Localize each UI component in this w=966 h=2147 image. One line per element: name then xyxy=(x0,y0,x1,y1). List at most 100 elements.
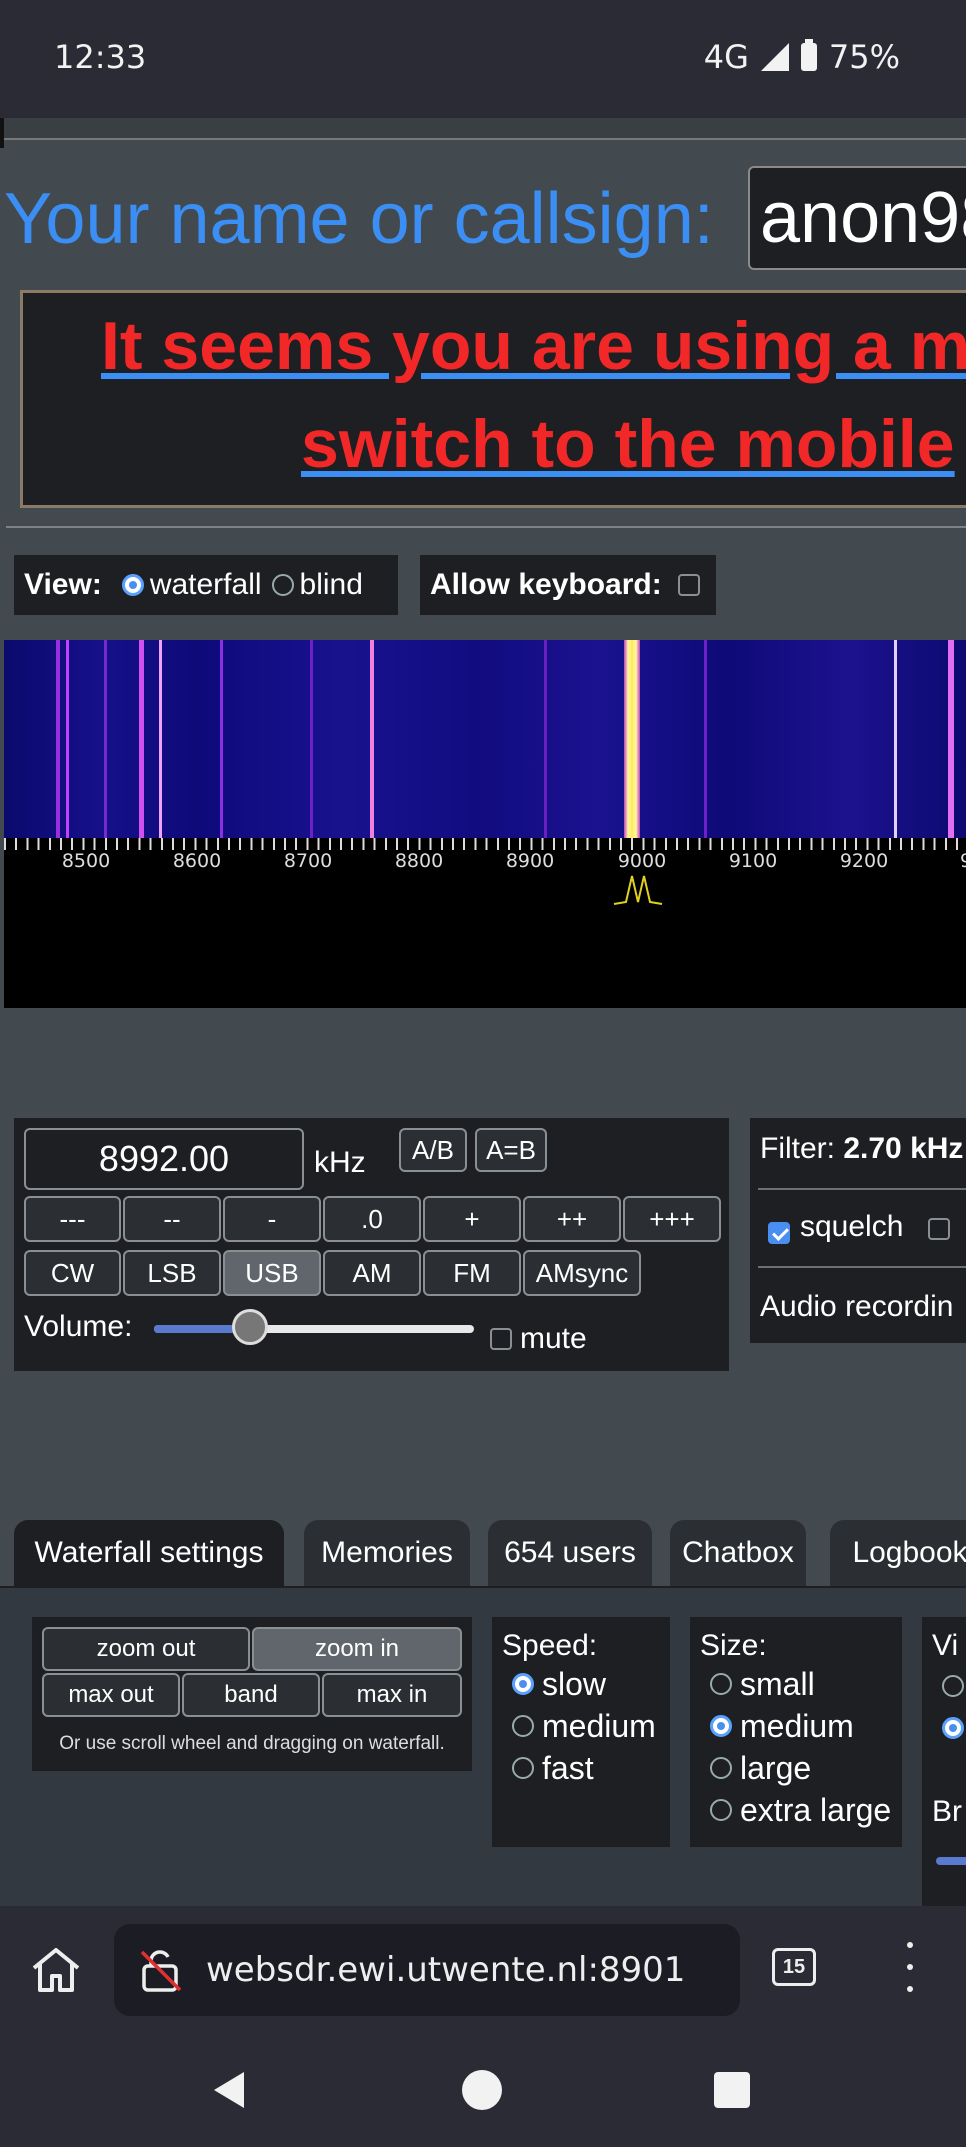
strong-signal-trace xyxy=(624,640,640,838)
signal-trace xyxy=(104,640,107,838)
size-medium-radio[interactable] xyxy=(710,1715,732,1737)
step-down-large-button[interactable]: --- xyxy=(24,1196,121,1242)
tab-users[interactable]: 654 users xyxy=(488,1520,652,1586)
zoom-in-button[interactable]: zoom in xyxy=(252,1627,462,1671)
signal-trace xyxy=(159,640,162,838)
filter-panel: Filter: 2.70 kHz squelch Audio recordin xyxy=(750,1118,966,1343)
max-out-button[interactable]: max out xyxy=(42,1673,180,1717)
waterfall-canvas[interactable] xyxy=(4,640,966,838)
signal-trace xyxy=(139,640,144,838)
size-large-label[interactable]: large xyxy=(740,1750,811,1787)
zoom-out-button[interactable]: zoom out xyxy=(42,1627,250,1671)
size-extra-large-radio[interactable] xyxy=(710,1799,732,1821)
step-down-medium-button[interactable]: -- xyxy=(123,1196,221,1242)
autonotch-checkbox[interactable] xyxy=(928,1218,950,1240)
mobile-warning-line1[interactable]: It seems you are using a m xyxy=(101,307,966,385)
freq-tick-label: 9100 xyxy=(728,850,778,872)
speed-fast-label[interactable]: fast xyxy=(542,1750,594,1787)
filter-label: Filter: xyxy=(760,1132,835,1165)
keyboard-checkbox[interactable] xyxy=(677,574,700,596)
speed-slow-label[interactable]: slow xyxy=(542,1666,606,1703)
signal-trace xyxy=(56,640,60,838)
mode-lsb-button[interactable]: LSB xyxy=(123,1250,221,1296)
a-equals-b-button[interactable]: A=B xyxy=(475,1128,547,1172)
filter-info: Filter: 2.70 kHz xyxy=(760,1132,963,1166)
size-medium-label[interactable]: medium xyxy=(740,1708,854,1745)
signal-trace xyxy=(370,640,374,838)
recents-icon[interactable] xyxy=(714,2072,750,2108)
volume-slider-handle[interactable] xyxy=(232,1309,268,1345)
home-nav-icon[interactable] xyxy=(462,2070,502,2110)
band-button[interactable]: band xyxy=(182,1673,320,1717)
settings-tabs: Waterfall settings Memories 654 users Ch… xyxy=(14,1520,966,1586)
status-bar: 12:33 4G 75% xyxy=(0,0,966,118)
mode-fm-button[interactable]: FM xyxy=(423,1250,521,1296)
signal-trace xyxy=(544,640,547,838)
not-secure-lock-icon[interactable] xyxy=(138,1948,184,1994)
signal-trace xyxy=(66,640,69,838)
speed-slow-radio[interactable] xyxy=(512,1673,534,1695)
mute-checkbox[interactable] xyxy=(490,1328,512,1350)
speed-fast-radio[interactable] xyxy=(512,1757,534,1779)
audio-recording-label[interactable]: Audio recordin xyxy=(760,1290,953,1324)
mode-usb-button[interactable]: USB xyxy=(223,1250,321,1296)
view-options-label: Vi xyxy=(932,1629,959,1662)
brightness-label: Br xyxy=(932,1795,962,1828)
view-option-radio[interactable] xyxy=(942,1675,964,1697)
frequency-input[interactable] xyxy=(24,1128,304,1190)
system-nav-bar xyxy=(0,2030,966,2147)
address-bar[interactable]: websdr.ewi.utwente.nl:8901 xyxy=(114,1924,740,2016)
battery-level: 75% xyxy=(828,38,900,76)
back-icon[interactable] xyxy=(210,2070,248,2110)
max-in-button[interactable]: max in xyxy=(322,1673,462,1717)
tab-chatbox[interactable]: Chatbox xyxy=(670,1520,806,1586)
passband-marker-icon[interactable] xyxy=(612,872,664,906)
tab-waterfall-settings[interactable]: Waterfall settings xyxy=(14,1520,284,1586)
size-small-radio[interactable] xyxy=(710,1673,732,1695)
tab-logbook[interactable]: Logbook xyxy=(830,1520,966,1586)
tab-memories[interactable]: Memories xyxy=(304,1520,470,1586)
mode-am-button[interactable]: AM xyxy=(323,1250,421,1296)
home-icon[interactable] xyxy=(30,1946,82,1994)
mode-amsync-button[interactable]: AMsync xyxy=(523,1250,641,1296)
round-frequency-button[interactable]: .0 xyxy=(323,1196,421,1242)
view-option-radio[interactable] xyxy=(942,1717,964,1739)
step-up-small-button[interactable]: + xyxy=(423,1196,521,1242)
brightness-slider[interactable] xyxy=(936,1857,966,1865)
mobile-warning-line2[interactable]: switch to the mobile xyxy=(301,405,955,483)
step-up-medium-button[interactable]: ++ xyxy=(523,1196,621,1242)
divider xyxy=(6,526,966,528)
view-waterfall-label[interactable]: waterfall xyxy=(150,568,262,602)
more-menu-icon[interactable] xyxy=(898,1942,922,1992)
status-indicators: 4G 75% xyxy=(704,38,900,76)
volume-slider[interactable] xyxy=(154,1309,474,1345)
view-blind-label[interactable]: blind xyxy=(300,568,363,602)
callsign-label: Your name or callsign: xyxy=(4,179,714,259)
volume-label: Volume: xyxy=(24,1310,133,1343)
url-text[interactable]: websdr.ewi.utwente.nl:8901 xyxy=(206,1950,685,1990)
speed-medium-label[interactable]: medium xyxy=(542,1708,656,1745)
ab-button[interactable]: A/B xyxy=(399,1128,467,1172)
view-blind-radio[interactable] xyxy=(271,574,294,596)
waterfall-display[interactable]: 8500 8600 8700 8800 8900 9000 9100 9200 … xyxy=(4,640,966,1008)
step-up-large-button[interactable]: +++ xyxy=(623,1196,721,1242)
size-large-radio[interactable] xyxy=(710,1757,732,1779)
signal-icon xyxy=(760,43,789,71)
freq-tick-label: 8500 xyxy=(61,850,111,872)
tab-count-icon[interactable]: 15 xyxy=(772,1948,816,1986)
mode-cw-button[interactable]: CW xyxy=(24,1250,121,1296)
step-down-small-button[interactable]: - xyxy=(223,1196,321,1242)
keyboard-toggle: Allow keyboard: xyxy=(420,555,716,615)
speed-panel: Speed: slow medium fast xyxy=(492,1617,670,1847)
callsign-input[interactable] xyxy=(748,166,966,270)
zoom-hint: Or use scroll wheel and dragging on wate… xyxy=(59,1733,445,1754)
zoom-panel: zoom out zoom in max out band max in Or … xyxy=(32,1617,472,1771)
view-waterfall-radio[interactable] xyxy=(121,574,144,596)
signal-trace xyxy=(704,640,707,838)
speed-medium-radio[interactable] xyxy=(512,1715,534,1737)
squelch-checkbox[interactable] xyxy=(768,1222,790,1244)
size-small-label[interactable]: small xyxy=(740,1666,815,1703)
size-extra-large-label[interactable]: extra large xyxy=(740,1792,891,1829)
frequency-unit: kHz xyxy=(314,1146,366,1179)
signal-trace xyxy=(220,640,223,838)
